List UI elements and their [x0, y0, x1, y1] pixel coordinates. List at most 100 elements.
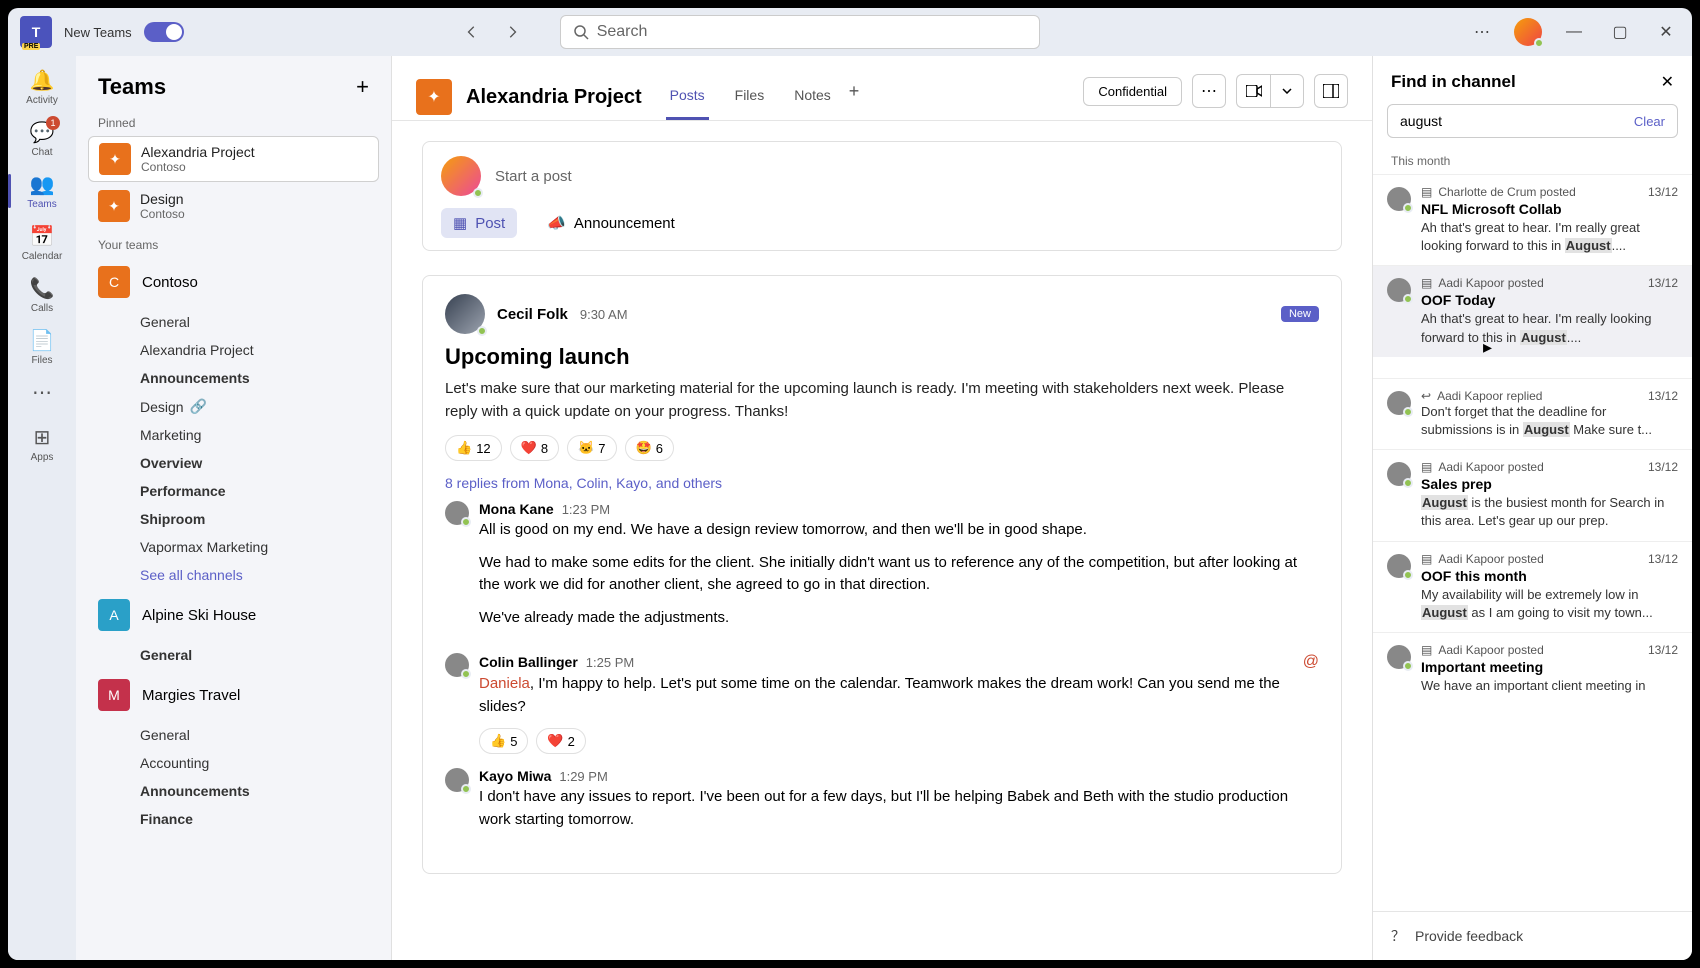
channel-item[interactable]: Performance: [76, 477, 391, 505]
reaction-chip[interactable]: 👍12: [445, 435, 502, 461]
channel-item[interactable]: General: [76, 721, 391, 749]
channel-more-button[interactable]: ⋯: [1192, 74, 1226, 108]
nav-back-button[interactable]: [456, 16, 488, 48]
nav-forward-button[interactable]: [496, 16, 528, 48]
channel-name: Design: [140, 399, 184, 415]
reply-avatar[interactable]: [445, 501, 469, 525]
reaction-count: 8: [541, 441, 548, 456]
rail-files[interactable]: 📄Files: [14, 322, 70, 372]
reaction-chip[interactable]: ❤️8: [510, 435, 559, 461]
reply-avatar[interactable]: [445, 653, 469, 677]
result-avatar: [1387, 278, 1411, 302]
rail-calendar[interactable]: 📅Calendar: [14, 218, 70, 268]
post-author[interactable]: Cecil Folk: [497, 306, 568, 323]
compose-announcement-option[interactable]: 📣Announcement: [535, 208, 687, 238]
reply-author[interactable]: Kayo Miwa: [479, 768, 551, 784]
channel-item[interactable]: Shiproom: [76, 505, 391, 533]
rail-more[interactable]: ⋯: [14, 374, 70, 411]
channel-tab[interactable]: Notes: [790, 75, 835, 120]
channel-item[interactable]: Marketing: [76, 421, 391, 449]
post-body: Let's make sure that our marketing mater…: [445, 378, 1319, 423]
reaction-chip[interactable]: 👍5: [479, 728, 528, 754]
pinned-label: Pinned: [76, 108, 391, 134]
find-result[interactable]: ▤ Aadi Kapoor posted 13/12 Important mee…: [1373, 632, 1692, 705]
rail-calls[interactable]: 📞Calls: [14, 270, 70, 320]
team-header[interactable]: CContoso: [76, 256, 391, 308]
post-author-avatar[interactable]: [445, 294, 485, 334]
result-date: 13/12: [1648, 460, 1678, 474]
compose-post-option[interactable]: ▦Post: [441, 208, 517, 238]
see-all-channels[interactable]: See all channels: [76, 561, 391, 589]
meet-dropdown-button[interactable]: [1270, 74, 1304, 108]
posts-feed[interactable]: Start a post ▦Post 📣Announcement Cecil F…: [392, 121, 1372, 960]
find-result[interactable]: ▤ Aadi Kapoor posted 13/12 Sales prep Au…: [1373, 449, 1692, 540]
create-team-button[interactable]: +: [356, 74, 369, 100]
search-input[interactable]: Search: [560, 15, 1040, 49]
rail-chat[interactable]: 1💬Chat: [14, 114, 70, 164]
rail-activity[interactable]: 🔔Activity: [14, 62, 70, 112]
reply-author[interactable]: Colin Ballinger: [479, 654, 578, 670]
pinned-sub: Contoso: [141, 160, 255, 174]
close-button[interactable]: ✕: [1652, 18, 1680, 46]
reaction-chip[interactable]: ❤️2: [536, 728, 585, 754]
channel-name: Announcements: [140, 783, 250, 799]
search-icon: [573, 24, 589, 40]
mention[interactable]: Daniela: [479, 675, 530, 692]
rail-teams[interactable]: 👥Teams: [14, 166, 70, 216]
find-result[interactable]: ↩ Aadi Kapoor replied 13/12 Don't forget…: [1373, 378, 1692, 449]
result-avatar: [1387, 187, 1411, 211]
provide-feedback-button[interactable]: ？ Provide feedback: [1373, 911, 1692, 960]
channel-item[interactable]: General: [76, 308, 391, 336]
reaction-chip[interactable]: 🐱7: [567, 435, 616, 461]
reply-author[interactable]: Mona Kane: [479, 501, 554, 517]
find-search-input[interactable]: august Clear: [1387, 104, 1678, 138]
channel-name: Alexandria Project: [140, 342, 254, 358]
channel-name: Performance: [140, 483, 226, 499]
channel-item[interactable]: Accounting: [76, 749, 391, 777]
reply-avatar[interactable]: [445, 768, 469, 792]
channel-item[interactable]: Announcements: [76, 777, 391, 805]
channel-item[interactable]: Finance: [76, 805, 391, 833]
maximize-button[interactable]: ▢: [1606, 18, 1634, 46]
rail-apps[interactable]: ⊞Apps: [14, 419, 70, 469]
more-button[interactable]: ⋯: [1468, 18, 1496, 46]
channel-item[interactable]: Vapormax Marketing: [76, 533, 391, 561]
channel-item[interactable]: Announcements: [76, 364, 391, 392]
compose-box[interactable]: Start a post ▦Post 📣Announcement: [422, 141, 1342, 251]
reply-paragraph: We had to make some edits for the client…: [479, 552, 1319, 597]
channel-tab[interactable]: Posts: [666, 75, 709, 120]
user-avatar[interactable]: [1514, 18, 1542, 46]
reaction-emoji: 👍: [456, 440, 472, 456]
find-result[interactable]: ▤ Aadi Kapoor posted 13/12 OOF Today Ah …: [1373, 265, 1692, 356]
channel-tab[interactable]: Files: [731, 75, 769, 120]
app-rail: 🔔Activity 1💬Chat 👥Teams 📅Calendar 📞Calls…: [8, 56, 76, 960]
result-date: 13/12: [1648, 389, 1678, 403]
channel-item[interactable]: Design🔗: [76, 392, 391, 421]
pinned-item[interactable]: ✦ Design Contoso: [88, 184, 379, 228]
channel-item[interactable]: General: [76, 641, 391, 669]
find-section-label: This month: [1373, 148, 1692, 174]
result-title: OOF this month: [1421, 568, 1678, 584]
find-clear-button[interactable]: Clear: [1634, 114, 1665, 129]
channel-item[interactable]: Overview: [76, 449, 391, 477]
add-tab-button[interactable]: +: [849, 81, 860, 114]
pinned-item[interactable]: ✦ Alexandria Project Contoso: [88, 136, 379, 182]
find-result[interactable]: ▤ Aadi Kapoor posted 13/12 OOF this mont…: [1373, 541, 1692, 632]
reaction-chip[interactable]: 🤩6: [625, 435, 674, 461]
result-avatar: [1387, 391, 1411, 415]
result-type-icon: ↩: [1421, 389, 1431, 403]
teams-icon: 👥: [30, 172, 55, 197]
new-teams-toggle[interactable]: [144, 22, 184, 42]
panel-toggle-button[interactable]: [1314, 74, 1348, 108]
team-tile: ✦: [98, 190, 130, 222]
replies-link[interactable]: 8 replies from Mona, Colin, Kayo, and ot…: [445, 475, 1319, 491]
app-title: New Teams: [64, 25, 132, 40]
meet-button[interactable]: [1236, 74, 1270, 108]
channel-item[interactable]: Alexandria Project: [76, 336, 391, 364]
find-close-button[interactable]: ✕: [1661, 72, 1674, 92]
team-header[interactable]: MMargies Travel: [76, 669, 391, 721]
minimize-button[interactable]: —: [1560, 18, 1588, 46]
find-result[interactable]: ▤ Charlotte de Crum posted 13/12 NFL Mic…: [1373, 174, 1692, 265]
confidential-button[interactable]: Confidential: [1083, 77, 1182, 106]
team-header[interactable]: AAlpine Ski House: [76, 589, 391, 641]
